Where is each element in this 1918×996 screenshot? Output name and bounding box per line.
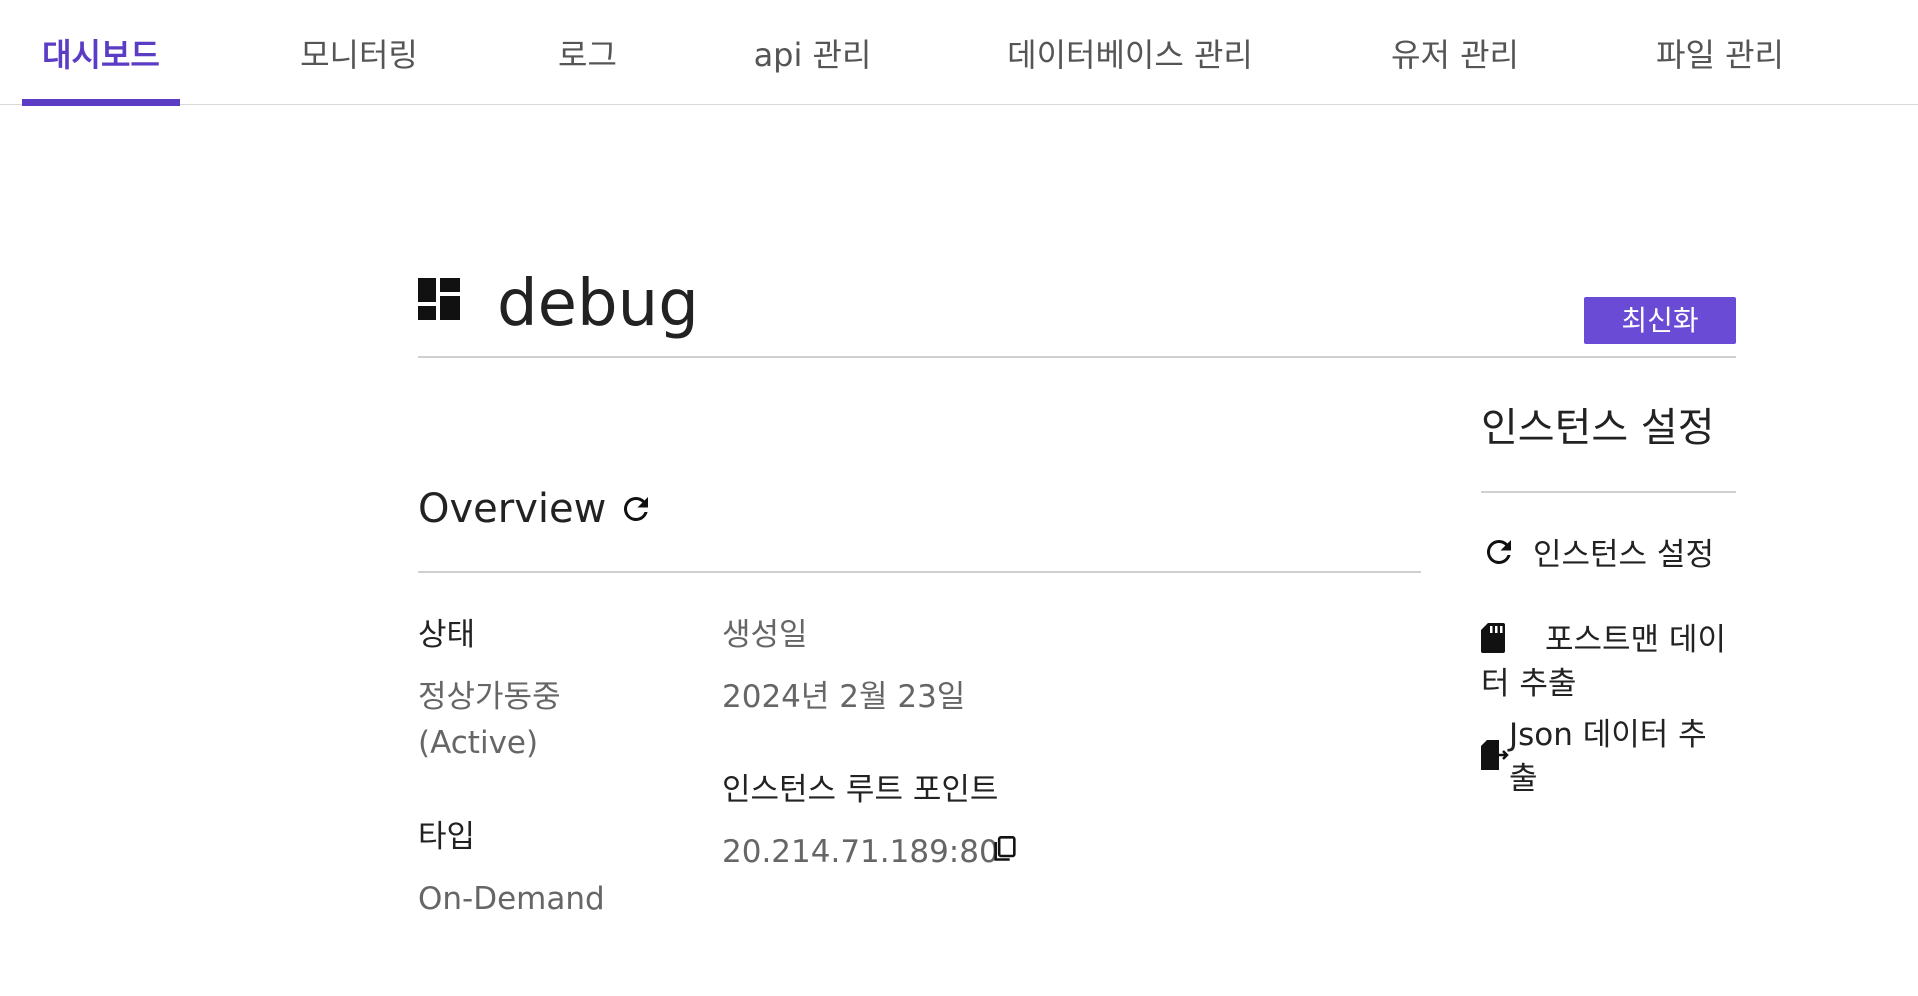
status-value-sub: (Active) (418, 725, 539, 761)
instance-settings-label: 인스턴스 설정 (1533, 537, 1714, 573)
header-divider (418, 356, 1736, 358)
status-value: 정상가동중 (418, 679, 561, 715)
json-export-label-line2: 출 (1509, 761, 1538, 797)
top-nav-tabs: 대시보드 모니터링 로그 api 관리 데이터베이스 관리 유저 관리 파일 관… (0, 0, 1918, 106)
json-export-label: Json 데이터 추 (1509, 717, 1707, 753)
tab-user-management[interactable]: 유저 관리 (1380, 0, 1530, 105)
tab-logs[interactable]: 로그 (545, 0, 630, 105)
status-label: 상태 (418, 617, 476, 653)
overview-divider (418, 571, 1421, 573)
type-label: 타입 (418, 819, 476, 855)
type-value: On-Demand (418, 881, 605, 917)
copy-icon[interactable] (991, 834, 1019, 864)
page-title: debug (497, 267, 699, 341)
tab-file-management[interactable]: 파일 관리 (1645, 0, 1795, 105)
tab-api-management[interactable]: api 관리 (745, 0, 880, 105)
created-date-value: 2024년 2월 23일 (722, 679, 966, 715)
side-panel-divider (1481, 491, 1736, 493)
json-export-item[interactable]: Json 데이터 추 출 (1481, 710, 1736, 802)
sd-card-icon (1481, 623, 1505, 653)
created-date-label: 생성일 (722, 617, 808, 653)
endpoint-value: 20.214.71.189:80 (722, 834, 999, 870)
side-panel-title: 인스턴스 설정 (1481, 405, 1715, 451)
overview-title-text: Overview (418, 486, 607, 532)
refresh-button[interactable]: 최신화 (1584, 297, 1736, 344)
tab-database-management[interactable]: 데이터베이스 관리 (995, 0, 1265, 105)
file-export-icon (1481, 740, 1509, 770)
postman-export-item[interactable]: 포스트맨 데이 터 추출 (1481, 615, 1736, 707)
tab-monitoring[interactable]: 모니터링 (278, 0, 440, 105)
refresh-icon (1486, 540, 1511, 564)
endpoint-label: 인스턴스 루트 포인트 (722, 772, 999, 808)
dashboard-icon (418, 278, 460, 320)
tab-dashboard[interactable]: 대시보드 (22, 0, 180, 106)
overview-section-title: Overview (418, 482, 654, 536)
postman-export-label-line2: 터 추출 (1481, 666, 1577, 702)
instance-settings-item[interactable]: 인스턴스 설정 (1481, 530, 1736, 580)
refresh-icon[interactable] (618, 491, 654, 527)
postman-export-label: 포스트맨 데이 (1545, 622, 1726, 658)
